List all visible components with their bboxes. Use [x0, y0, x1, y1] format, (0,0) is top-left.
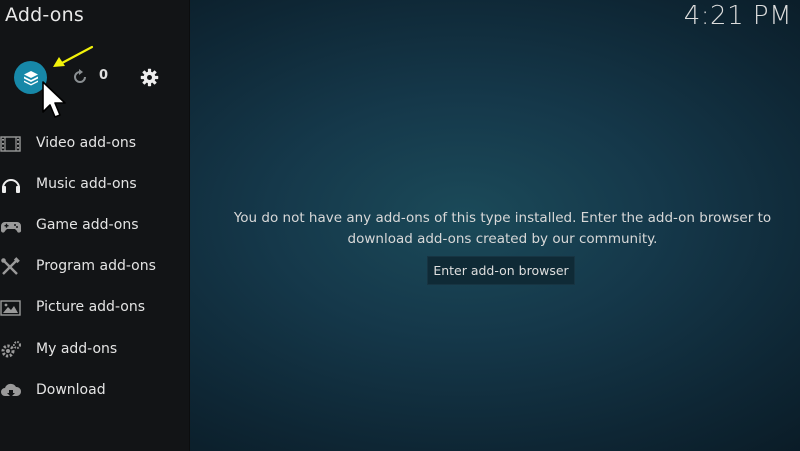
- headphones-icon: [2, 179, 20, 193]
- open-box-icon: [23, 70, 38, 85]
- tools-icon: [1, 257, 20, 275]
- mouse-cursor-icon: [42, 81, 66, 118]
- sidebar-item-label: Program add-ons: [36, 258, 156, 274]
- gears-icon: [1, 341, 21, 358]
- sidebar-item-download[interactable]: Download: [0, 372, 189, 410]
- sidebar-item-label: Download: [36, 382, 106, 398]
- annotation-arrow-icon: [53, 45, 94, 67]
- sidebar-item-label: Game add-ons: [36, 217, 139, 233]
- cloud-download-icon: [1, 383, 22, 397]
- film-icon: [0, 136, 21, 152]
- page-title: Add-ons: [5, 4, 84, 26]
- sidebar-item-label: Picture add-ons: [36, 299, 145, 315]
- sidebar-divider: [189, 0, 190, 451]
- sidebar-item-program-addons[interactable]: Program add-ons: [0, 248, 189, 286]
- sidebar-item-my-addons[interactable]: My add-ons: [0, 331, 189, 369]
- picture-icon: [0, 300, 21, 316]
- sidebar-item-music-addons[interactable]: Music add-ons: [0, 166, 189, 204]
- update-count: 0: [99, 68, 109, 83]
- empty-state-message: You do not have any add-ons of this type…: [233, 210, 772, 247]
- gear-icon[interactable]: [140, 68, 159, 87]
- sidebar-item-label: Video add-ons: [36, 135, 137, 151]
- sidebar-item-label: Music add-ons: [36, 176, 137, 192]
- sidebar-item-video-addons[interactable]: Video add-ons: [0, 125, 189, 163]
- gamepad-icon: [0, 222, 22, 233]
- refresh-icon[interactable]: [71, 68, 89, 86]
- clock: 4:21 PM: [683, 1, 792, 31]
- sidebar-item-label: My add-ons: [36, 341, 118, 357]
- enter-addon-browser-button[interactable]: Enter add-on browser: [427, 256, 575, 285]
- sidebar-item-picture-addons[interactable]: Picture add-ons: [0, 289, 189, 327]
- sidebar-item-game-addons[interactable]: Game add-ons: [0, 207, 189, 245]
